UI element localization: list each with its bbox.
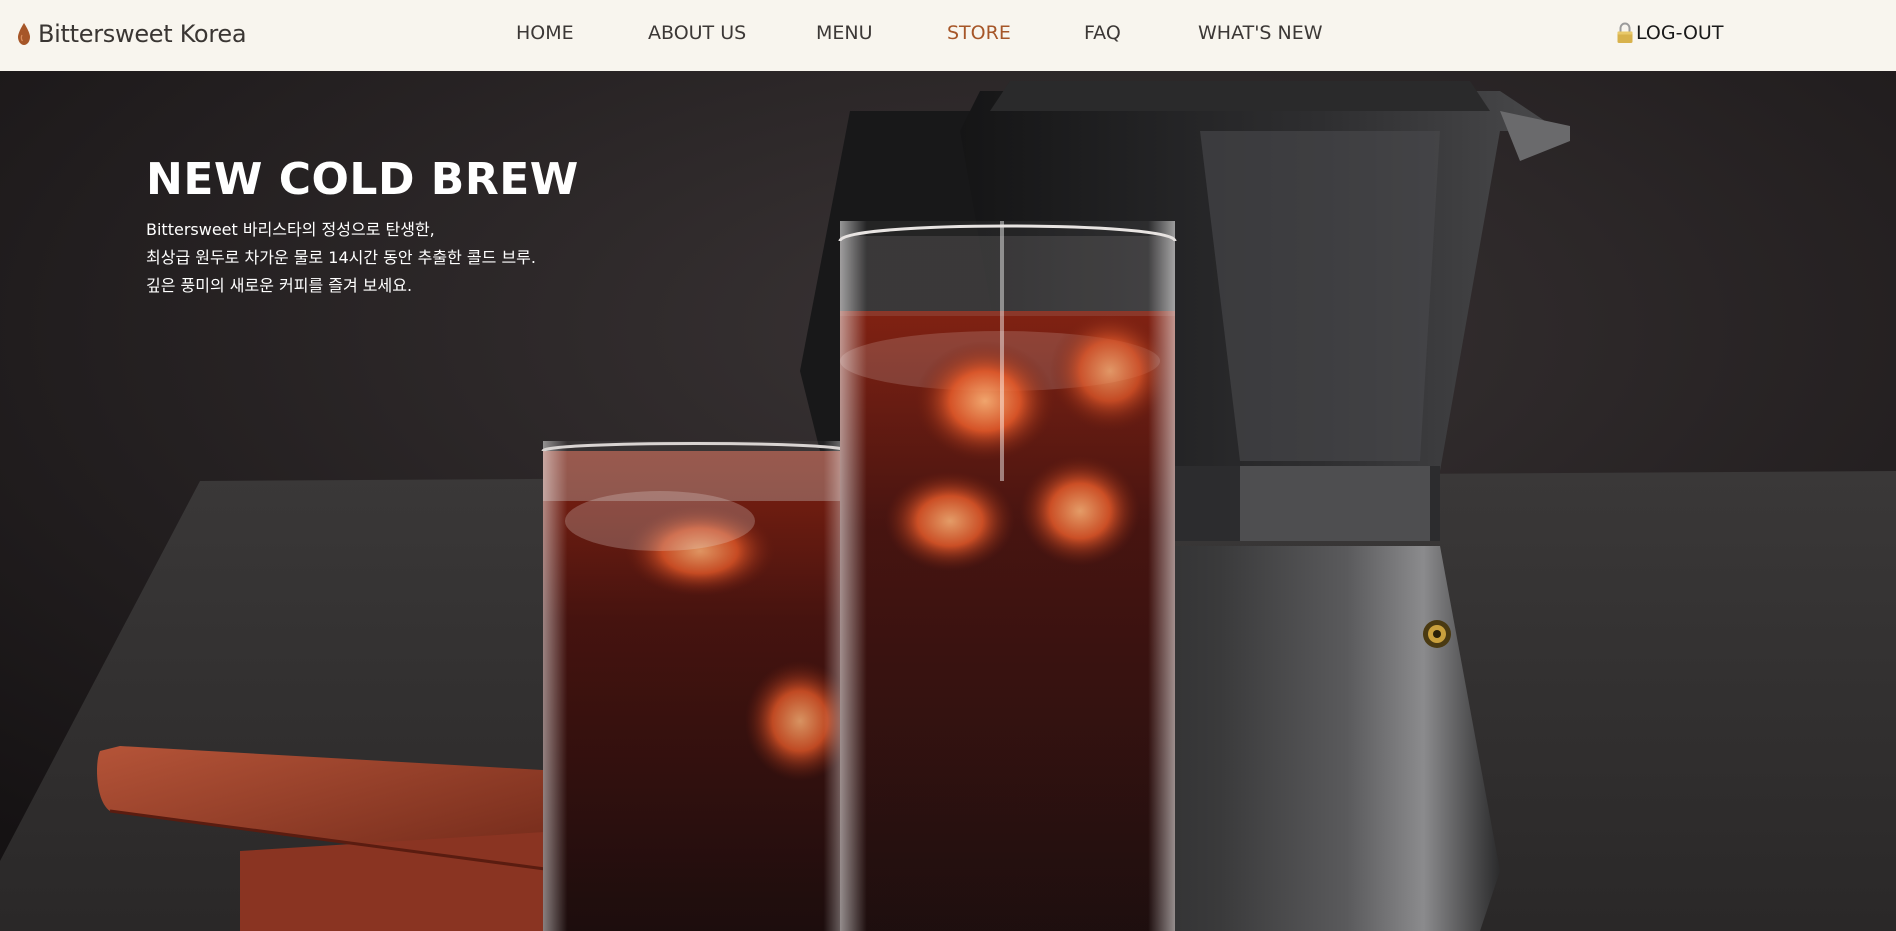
hero-banner: NEW COLD BREW Bittersweet 바리스타의 정성으로 탄생한… <box>0 71 1896 931</box>
hero-line: 깊은 풍미의 새로운 커피를 즐겨 보세요. <box>146 276 413 295</box>
logout-button[interactable]: LOG-OUT <box>1616 22 1723 44</box>
hero-line: 최상급 원두로 차가운 물로 14시간 동안 추출한 콜드 브루. <box>146 248 536 267</box>
main-nav: HOME ABOUT US MENU STORE FAQ WHAT'S NEW <box>0 0 1896 71</box>
top-navigation-bar: Bittersweet Korea HOME ABOUT US MENU STO… <box>0 0 1896 71</box>
nav-store[interactable]: STORE <box>947 22 1011 44</box>
hero-description: Bittersweet 바리스타의 정성으로 탄생한, 최상급 원두로 차가운 … <box>146 216 579 300</box>
nav-about-us[interactable]: ABOUT US <box>648 22 746 44</box>
nav-faq[interactable]: FAQ <box>1084 22 1121 44</box>
lock-icon <box>1617 22 1633 43</box>
hero-title: NEW COLD BREW <box>146 154 579 205</box>
nav-home[interactable]: HOME <box>516 22 574 44</box>
hero-line: Bittersweet 바리스타의 정성으로 탄생한, <box>146 220 435 239</box>
nav-menu[interactable]: MENU <box>816 22 873 44</box>
nav-whats-new[interactable]: WHAT'S NEW <box>1198 22 1323 44</box>
logout-label: LOG-OUT <box>1636 22 1724 44</box>
hero-copy: NEW COLD BREW Bittersweet 바리스타의 정성으로 탄생한… <box>146 154 579 300</box>
